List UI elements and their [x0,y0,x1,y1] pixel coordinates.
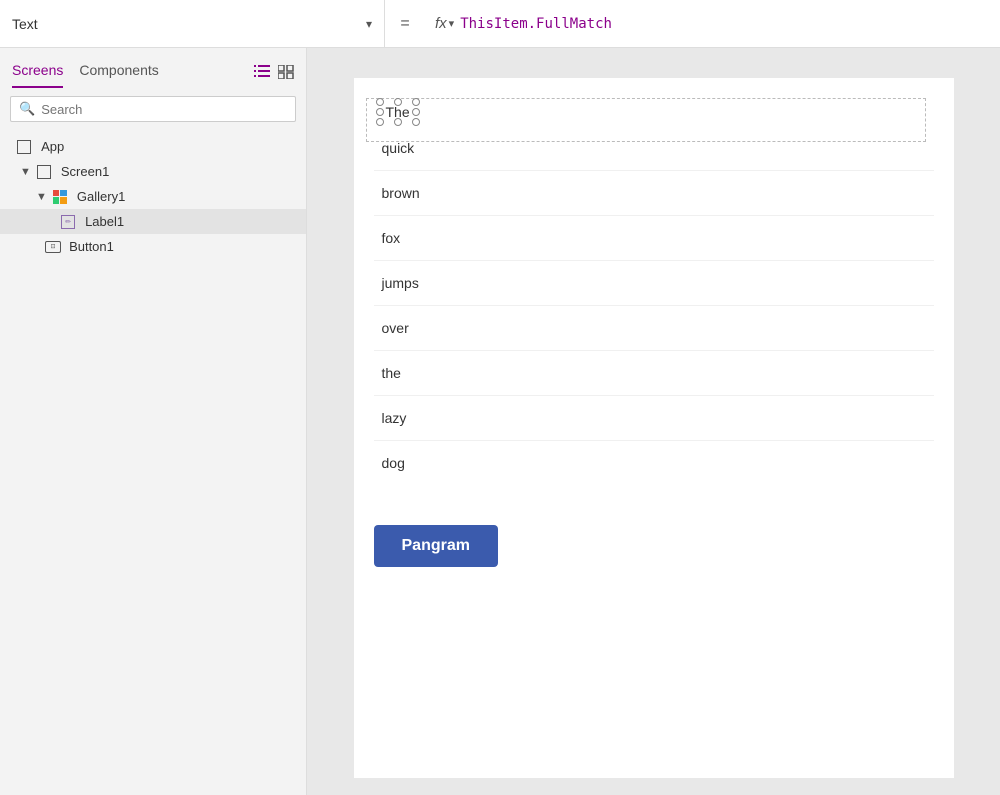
tree-item-button1[interactable]: ⊡ Button1 [0,234,306,259]
chevron-spacer [52,216,55,228]
gallery-item[interactable]: jumps [374,261,934,306]
fx-dropdown-arrow-icon: ▾ [449,17,455,30]
button-container: Pangram [374,505,934,567]
main-area: Screens Components [0,48,1000,795]
handle-tl[interactable] [376,98,384,106]
tab-screens[interactable]: Screens [12,56,63,88]
property-name: Text [12,16,358,32]
gallery-widget[interactable]: The quick brown fox j [374,98,934,485]
button-tree-icon: ⊡ [45,241,61,253]
handle-tr[interactable] [412,98,420,106]
handle-br[interactable] [412,118,420,126]
fx-button[interactable]: fx ▾ [435,15,454,32]
gallery-item[interactable]: fox [374,216,934,261]
handle-mr[interactable] [412,108,420,116]
tree-view: App ▼ Screen1 ▼ Gallery1 ✏ [0,130,306,795]
screen-icon [37,165,51,179]
dropdown-arrow-icon: ▾ [366,17,372,31]
label-icon: ✏ [61,215,75,229]
gallery-item[interactable]: lazy [374,396,934,441]
formula-text: ThisItem.FullMatch [460,16,612,32]
property-dropdown[interactable]: Text ▾ [0,0,385,47]
chevron-icon: ▼ [20,166,31,178]
gallery-first-item[interactable]: The [374,98,934,126]
top-bar: Text ▾ = fx ▾ ThisItem.FullMatch [0,0,1000,48]
tree-item-gallery1[interactable]: ▼ Gallery1 [0,184,306,209]
search-icon: 🔍 [19,101,35,117]
search-input[interactable] [41,102,287,117]
chevron-spacer [36,241,39,253]
search-bar: 🔍 [10,96,296,122]
gallery-item[interactable]: brown [374,171,934,216]
fx-label: fx [435,15,447,32]
handle-tm[interactable] [394,98,402,106]
label-with-handles: The [382,104,414,120]
grid-view-icon[interactable] [278,65,294,79]
tab-icons [254,65,294,79]
tree-item-screen1[interactable]: ▼ Screen1 [0,159,306,184]
gallery-item[interactable]: the [374,351,934,396]
chevron-icon: ▼ [36,191,47,203]
gallery-icon [53,190,67,204]
equals-sign: = [385,15,425,33]
formula-bar: fx ▾ ThisItem.FullMatch [425,0,1000,47]
handle-bm[interactable] [394,118,402,126]
gallery-item[interactable]: over [374,306,934,351]
canvas-area: The quick brown fox j [307,48,1000,795]
list-view-icon[interactable] [254,65,270,79]
left-panel: Screens Components [0,48,307,795]
tree-item-app[interactable]: App [0,134,306,159]
app-icon [17,140,31,154]
tabs-bar: Screens Components [0,48,306,88]
chevron-icon [8,141,11,153]
gallery-item[interactable]: quick [374,126,934,171]
pangram-button[interactable]: Pangram [374,525,498,567]
tab-components[interactable]: Components [79,56,158,88]
handle-ml[interactable] [376,108,384,116]
canvas-frame: The quick brown fox j [354,78,954,778]
gallery-item[interactable]: dog [374,441,934,485]
tree-item-label1[interactable]: ✏ Label1 [0,209,306,234]
handle-bl[interactable] [376,118,384,126]
